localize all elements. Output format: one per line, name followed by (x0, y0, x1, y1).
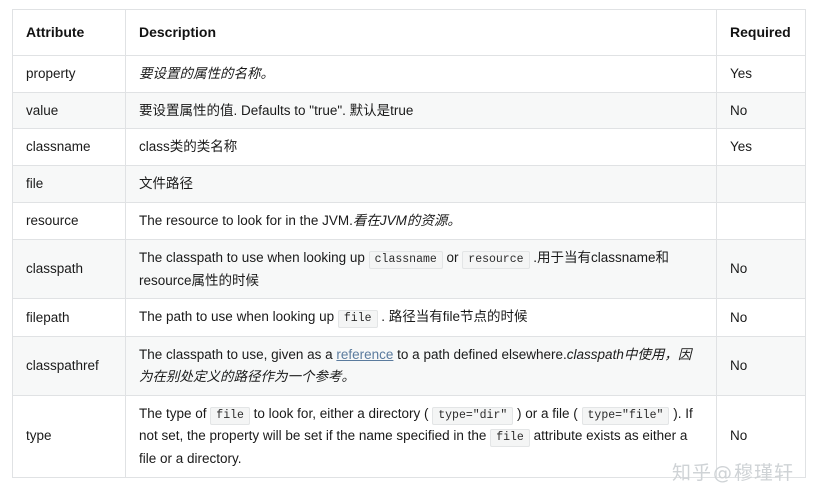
table-row: filepath The path to use when looking up … (12, 298, 806, 338)
description-text: . 路径当有file节点的时候 (377, 309, 528, 325)
inline-code: resource (462, 250, 530, 269)
description-text: The classpath to use, given as a (139, 347, 337, 363)
cell-description: 要设置的属性的名称。 (125, 54, 717, 93)
cell-required: No (716, 394, 806, 478)
column-header-required: Required (716, 9, 806, 56)
description-text: class类的类名称 (139, 139, 238, 155)
table-row: type The type of file to look for, either… (12, 394, 806, 478)
description-text: or (442, 249, 463, 265)
cell-required (716, 202, 806, 240)
italic-text: 要设置的属性的名称。 (139, 65, 274, 81)
italic-text: 看在JVM的资源。 (352, 213, 461, 229)
description-text: 文件路径 (139, 176, 193, 192)
cell-required (716, 165, 806, 204)
description-text: ) or a file ( (513, 405, 582, 421)
reference-link[interactable]: reference (336, 347, 393, 362)
inline-code: file (210, 406, 250, 425)
document-root: Attribute Description Required property 要… (0, 0, 816, 500)
cell-description: 文件路径 (125, 165, 717, 204)
inline-code: classname (368, 250, 443, 269)
cell-description: The classpath to use when looking up cla… (125, 238, 717, 300)
table-row: classname class类的类名称 Yes (12, 128, 806, 167)
table-row: property 要设置的属性的名称。 Yes (12, 54, 806, 93)
table-header: Attribute Description Required (12, 9, 806, 56)
cell-description: The path to use when looking up file . 路… (125, 298, 717, 338)
cell-required: No (716, 238, 806, 300)
inline-code: file (337, 310, 378, 329)
cell-attribute: type (12, 394, 126, 478)
cell-required: Yes (716, 54, 806, 93)
table-body: property 要设置的属性的名称。 Yes value 要设置属性的值. Defau… (12, 54, 806, 478)
cell-attribute: classpathref (12, 336, 126, 396)
description-text: The resource to look for in the JVM. (139, 213, 353, 229)
cell-required: No (716, 91, 806, 130)
description-text: to a path defined elsewhere. (393, 347, 567, 363)
cell-description: 要设置属性的值. Defaults to "true". 默认是true (125, 91, 717, 130)
table-row: resource The resource to look for in the … (12, 202, 806, 240)
cell-attribute: filepath (12, 298, 126, 338)
cell-description: class类的类名称 (125, 128, 717, 167)
description-text: The classpath to use when looking up (139, 249, 369, 265)
cell-attribute: file (12, 165, 126, 204)
description-text: 要设置属性的值. Defaults to "true". 默认是true (139, 102, 414, 118)
inline-code: type="file" (581, 406, 670, 425)
column-header-attribute: Attribute (12, 9, 126, 56)
inline-code: type="dir" (432, 406, 514, 425)
cell-attribute: property (12, 54, 126, 93)
cell-attribute: classpath (12, 238, 126, 300)
table-row: file 文件路径 (12, 165, 806, 204)
cell-attribute: value (12, 91, 126, 130)
cell-attribute: classname (12, 128, 126, 167)
table-row: value 要设置属性的值. Defaults to "true". 默认是tru… (12, 91, 806, 130)
inline-code: file (490, 429, 530, 448)
cell-required: Yes (716, 128, 806, 167)
table-header-row: Attribute Description Required (12, 9, 806, 56)
ant-attribute-table: Attribute Description Required property 要… (12, 9, 806, 478)
cell-description: The classpath to use, given as a referen… (125, 336, 717, 396)
description-text: The path to use when looking up (139, 309, 338, 325)
cell-required: No (716, 298, 806, 338)
table-row: classpathref The classpath to use, given … (12, 336, 806, 396)
column-header-description: Description (125, 9, 717, 56)
cell-required: No (716, 336, 806, 396)
cell-description: The type of file to look for, either a d… (125, 394, 717, 478)
cell-attribute: resource (12, 202, 126, 240)
description-text: to look for, either a directory ( (249, 405, 433, 421)
table-row: classpath The classpath to use when looki… (12, 238, 806, 300)
description-text: The type of (139, 405, 211, 421)
cell-description: The resource to look for in the JVM.看在JV… (125, 202, 717, 240)
